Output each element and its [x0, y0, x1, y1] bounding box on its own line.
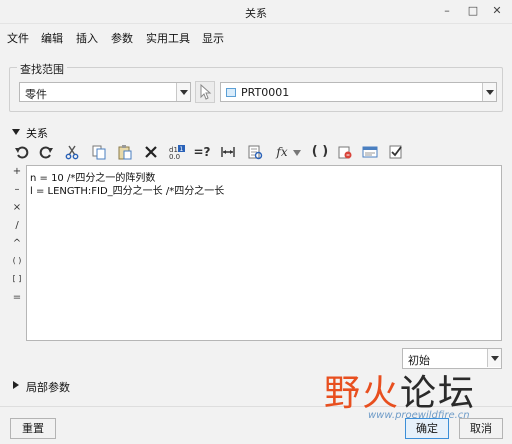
delete-icon	[145, 146, 157, 158]
insert-dimension-icon	[221, 147, 235, 157]
sort-relations-icon	[362, 146, 378, 158]
minimize-button[interactable]: –	[436, 2, 458, 20]
cut-icon	[65, 145, 79, 160]
copy-icon	[92, 145, 106, 160]
verify-button[interactable]	[386, 142, 406, 162]
chevron-down-icon	[176, 83, 190, 101]
parentheses-icon: ( )	[311, 144, 329, 159]
menu-edit[interactable]: 编辑	[41, 30, 63, 46]
maximize-button[interactable]: □	[462, 2, 484, 20]
op-parentheses[interactable]: ( )	[10, 256, 24, 265]
chevron-down-icon	[482, 83, 496, 101]
evaluate-icon: =?	[193, 145, 211, 159]
parentheses-button[interactable]: ( )	[310, 142, 330, 162]
lookup-legend: 查找范围	[17, 61, 67, 77]
expand-icon[interactable]	[13, 381, 19, 389]
sort-relations-button[interactable]	[360, 142, 380, 162]
op-equals[interactable]: =	[10, 292, 24, 303]
undo-button[interactable]	[12, 142, 32, 162]
pick-from-list-button[interactable]	[245, 142, 265, 162]
evaluate-button[interactable]: =?	[192, 142, 212, 162]
redo-icon	[39, 146, 53, 159]
switch-symbols-button[interactable]: d1 0.0 1	[166, 142, 186, 162]
menu-bar: 文件 编辑 插入 参数 实用工具 显示	[0, 26, 512, 48]
local-param-icon	[338, 146, 352, 159]
menu-parameters[interactable]: 参数	[111, 30, 133, 46]
paste-button[interactable]	[115, 142, 135, 162]
svg-text:0.0: 0.0	[169, 153, 180, 160]
watermark-logo: 野火论坛 www.proewildfire.cn	[318, 362, 498, 422]
cursor-arrow-icon	[200, 83, 212, 100]
reset-button[interactable]: 重置	[10, 418, 56, 439]
watermark-part1: 野火	[324, 373, 401, 414]
op-divide[interactable]: /	[10, 220, 24, 231]
relations-header: 关系	[26, 127, 48, 140]
chevron-down-icon	[293, 150, 301, 156]
cut-button[interactable]	[62, 142, 82, 162]
scope-select[interactable]: 零件	[19, 82, 191, 102]
op-brackets[interactable]: [ ]	[10, 274, 24, 283]
local-params-header: 局部参数	[26, 381, 70, 394]
menu-insert[interactable]: 插入	[76, 30, 98, 46]
cancel-button[interactable]: 取消	[459, 418, 503, 439]
watermark-part2: 论坛	[400, 373, 477, 414]
function-button[interactable]: fx	[272, 142, 292, 162]
relation-line-2[interactable]: l = LENGTH:FID_四分之一长 /*四分之一长	[30, 182, 224, 197]
model-value: PRT0001	[241, 86, 290, 99]
undo-icon	[15, 146, 29, 159]
redo-button[interactable]	[36, 142, 56, 162]
scope-value: 零件	[25, 88, 47, 101]
collapse-icon[interactable]	[12, 129, 20, 135]
model-select[interactable]: PRT0001	[220, 82, 497, 102]
part-icon	[226, 88, 236, 97]
menu-utilities[interactable]: 实用工具	[146, 30, 190, 46]
menu-file[interactable]: 文件	[7, 30, 29, 46]
op-plus[interactable]: +	[10, 166, 24, 177]
verify-icon	[389, 145, 402, 159]
delete-button[interactable]	[141, 142, 161, 162]
select-model-button[interactable]	[195, 81, 215, 103]
function-icon: fx	[276, 145, 288, 159]
svg-text:1: 1	[180, 146, 184, 153]
pick-from-list-icon	[248, 145, 263, 160]
close-button[interactable]: ✕	[486, 2, 508, 20]
op-minus[interactable]: –	[10, 184, 24, 195]
op-power[interactable]: ^	[10, 238, 24, 249]
menu-display[interactable]: 显示	[202, 30, 224, 46]
switch-symbols-icon: d10.01	[169, 145, 185, 160]
function-dropdown[interactable]	[291, 142, 303, 162]
title-bar: 关系 – □ ✕	[0, 0, 512, 24]
local-param-button[interactable]	[335, 142, 355, 162]
copy-button[interactable]	[89, 142, 109, 162]
paste-icon	[118, 145, 132, 160]
op-multiply[interactable]: ×	[10, 202, 24, 213]
insert-dimension-button[interactable]	[218, 142, 238, 162]
ok-button[interactable]: 确定	[405, 418, 449, 439]
relations-editor[interactable]: n = 10 /*四分之一的阵列数 l = LENGTH:FID_四分之一长 /…	[26, 165, 502, 341]
